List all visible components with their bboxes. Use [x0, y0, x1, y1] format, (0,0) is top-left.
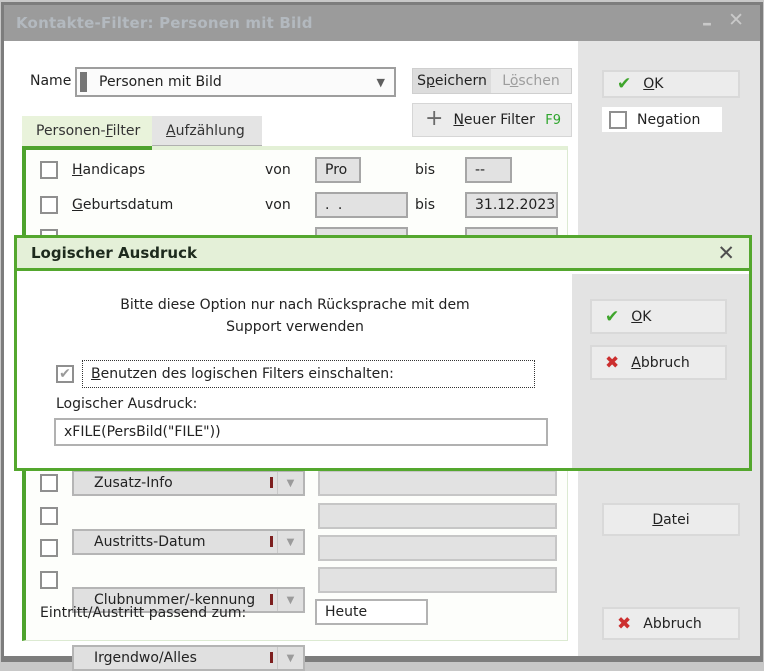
tab-aufzaehlung-label: Aufzählung [166, 122, 245, 139]
expression-label: Logischer Ausdruck: [56, 396, 198, 412]
chevron-down-icon[interactable]: ▼ [277, 589, 303, 611]
von-label: von [265, 197, 291, 213]
x-icon: ✖ [617, 613, 632, 634]
abbruch-label: Abbruch [643, 615, 702, 632]
close-icon[interactable]: ✕ [728, 11, 744, 30]
zusatz-info-label: Zusatz-Info [94, 475, 173, 491]
datei-button[interactable]: Datei [602, 503, 740, 536]
check-icon: ✔ [605, 306, 620, 327]
negation-label: Negation [637, 111, 701, 128]
f9-shortcut: F9 [545, 112, 561, 128]
row-handicaps-label: Handicaps [72, 162, 146, 178]
ok-button[interactable]: ✔ OK [602, 70, 740, 98]
eintritt-austritt-label: Eintritt/Austritt passend zum: [40, 605, 247, 621]
tab-personen-filter[interactable]: Personen-Filter [22, 116, 152, 146]
logical-filter-checkbox-label-box[interactable]: Benutzen des logischen Filters einschalt… [82, 360, 535, 388]
austritts-datum-dropdown[interactable]: Austritts-Datum ▼ [72, 529, 305, 555]
datei-label: Datei [652, 511, 690, 528]
austritts-datum-input[interactable] [318, 503, 557, 529]
logical-filter-checkbox[interactable]: ✔ [56, 365, 74, 383]
geburtsdatum-von-value: . . [325, 197, 345, 213]
row-geburtsdatum-label: Geburtsdatum [72, 197, 174, 213]
modal-titlebar[interactable]: Logischer Ausdruck ✕ [17, 238, 749, 271]
window-title: Kontakte-Filter: Personen mit Bild [16, 14, 313, 32]
modal-ok-label: OK [631, 308, 652, 325]
check-icon: ✔ [617, 74, 632, 94]
row-austritts-datum-checkbox[interactable] [40, 507, 58, 525]
geburtsdatum-bis-value: 31.12.2023 [475, 197, 556, 213]
clubnummer-input[interactable] [318, 535, 557, 561]
row-irgendwo-checkbox[interactable] [40, 571, 58, 589]
chevron-down-icon[interactable]: ▼ [277, 531, 303, 553]
modal-ok-button[interactable]: ✔ OK [590, 299, 727, 334]
negation-checkbox[interactable] [609, 110, 627, 129]
ok-label: OK [643, 76, 664, 92]
dialog-window: Kontakte-Filter: Personen mit Bild – ✕ N… [1, 2, 763, 671]
logischer-ausdruck-modal: Logischer Ausdruck ✕ Bitte diese Option … [14, 235, 752, 471]
field-modified-indicator [270, 594, 273, 605]
warning-line-1: Bitte diese Option nur nach Rücksprache … [120, 297, 470, 313]
row-geburtsdatum-checkbox[interactable] [40, 196, 58, 214]
modal-abbruch-label: Abbruch [631, 354, 690, 371]
handicaps-bis-input[interactable]: -- [465, 157, 512, 183]
row-clubnummer-checkbox[interactable] [40, 539, 58, 557]
handicaps-von-input[interactable]: Pro [315, 157, 361, 183]
x-icon: ✖ [605, 352, 620, 373]
eintritt-austritt-value: Heute [325, 604, 368, 620]
austritts-datum-label: Austritts-Datum [94, 534, 206, 550]
filter-name-combobox[interactable]: Personen mit Bild ▼ [75, 67, 396, 97]
irgendwo-input[interactable] [318, 567, 557, 593]
modal-abbruch-button[interactable]: ✖ Abbruch [590, 345, 727, 380]
modal-warning-text: Bitte diese Option nur nach Rücksprache … [17, 294, 573, 338]
new-filter-button[interactable]: + Neuer Filter F9 [412, 103, 572, 137]
modal-close-icon[interactable]: ✕ [717, 241, 735, 265]
save-label: Speichern [417, 73, 487, 89]
field-modified-indicator [270, 536, 273, 547]
bis-label: bis [415, 197, 436, 213]
save-button[interactable]: Speichern [413, 69, 491, 93]
irgendwo-label: Irgendwo/Alles [94, 650, 197, 666]
expression-value: xFILE(PersBild("FILE")) [64, 424, 221, 440]
modal-title: Logischer Ausdruck [31, 244, 197, 262]
zusatz-info-dropdown[interactable]: Zusatz-Info ▼ [72, 470, 305, 496]
plus-icon: + [425, 106, 444, 131]
row-zusatz-info-checkbox[interactable] [40, 474, 58, 492]
gray-check-icon: ✔ [59, 366, 71, 382]
handicaps-von-value: Pro [325, 162, 348, 178]
irgendwo-dropdown[interactable]: Irgendwo/Alles ▼ [72, 645, 305, 671]
geburtsdatum-bis-input[interactable]: 31.12.2023 [465, 192, 558, 218]
chevron-down-icon[interactable]: ▼ [277, 647, 303, 669]
negation-row: Negation [602, 107, 722, 132]
tab-personen-filter-label: Personen-Filter [36, 123, 141, 139]
handicaps-bis-value: -- [475, 162, 486, 178]
field-modified-indicator [270, 477, 273, 488]
combobox-grip [80, 72, 87, 92]
new-filter-label: Neuer Filter [453, 112, 535, 128]
von-label: von [265, 162, 291, 178]
eintritt-austritt-input[interactable]: Heute [315, 599, 428, 625]
delete-label: Löschen [502, 73, 560, 89]
name-label: Name [30, 73, 72, 89]
minimize-icon[interactable]: – [702, 13, 712, 33]
row-handicaps-checkbox[interactable] [40, 161, 58, 179]
active-tab-underline [22, 146, 152, 150]
chevron-down-icon[interactable]: ▼ [377, 76, 385, 89]
filter-name-value: Personen mit Bild [99, 74, 222, 90]
titlebar[interactable]: Kontakte-Filter: Personen mit Bild – ✕ [4, 5, 760, 41]
warning-line-2: Support verwenden [226, 319, 364, 335]
field-modified-indicator [270, 652, 273, 663]
save-delete-group: Speichern Löschen [412, 68, 572, 94]
geburtsdatum-von-input[interactable]: . . [315, 192, 408, 218]
bis-label: bis [415, 162, 436, 178]
delete-button[interactable]: Löschen [491, 69, 571, 93]
zusatz-info-input[interactable] [318, 470, 557, 496]
abbruch-button[interactable]: ✖ Abbruch [602, 607, 740, 640]
expression-input[interactable]: xFILE(PersBild("FILE")) [54, 418, 548, 446]
logical-filter-checkbox-label: Benutzen des logischen Filters einschalt… [91, 366, 394, 382]
chevron-down-icon[interactable]: ▼ [277, 472, 303, 494]
tab-aufzaehlung[interactable]: Aufzählung [152, 116, 262, 146]
